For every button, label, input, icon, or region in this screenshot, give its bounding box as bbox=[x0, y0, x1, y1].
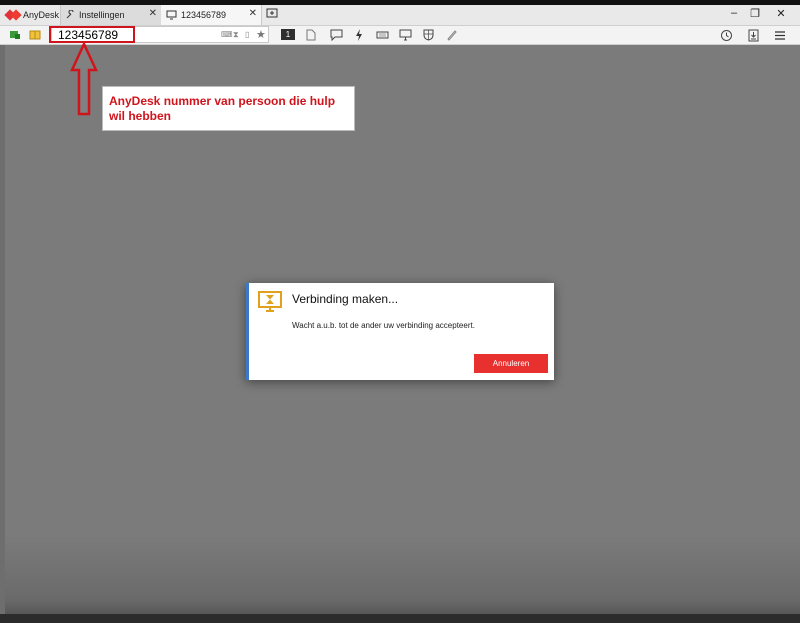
annotation-callout: AnyDesk nummer van persoon die hulp wil … bbox=[102, 86, 355, 131]
star-icon[interactable]: ★ bbox=[256, 28, 266, 41]
close-icon[interactable]: ✕ bbox=[249, 8, 257, 19]
file-transfer-icon[interactable] bbox=[303, 27, 319, 43]
connection-icon[interactable] bbox=[7, 27, 23, 43]
cancel-button[interactable]: Annuleren bbox=[474, 354, 548, 373]
annotation-text: AnyDesk nummer van persoon die hulp wil … bbox=[109, 94, 336, 123]
minimize-icon[interactable]: – bbox=[724, 7, 744, 19]
pen-icon[interactable] bbox=[443, 27, 459, 43]
tab-settings[interactable]: Instellingen ✕ bbox=[60, 5, 162, 25]
download-icon[interactable] bbox=[745, 27, 761, 43]
lightning-icon[interactable] bbox=[351, 27, 367, 43]
new-tab-icon[interactable] bbox=[266, 8, 278, 21]
hourglass-icon[interactable]: ⧗ bbox=[233, 30, 239, 40]
anydesk-logo-icon bbox=[4, 8, 22, 22]
connecting-dialog: Verbinding maken... Wacht a.u.b. tot de … bbox=[246, 283, 554, 380]
address-highlight-box bbox=[49, 26, 135, 43]
history-icon[interactable] bbox=[718, 27, 734, 43]
window-close-icon[interactable]: ✕ bbox=[771, 7, 791, 20]
dialog-title: Verbinding maken... bbox=[292, 292, 399, 306]
hourglass-monitor-icon bbox=[258, 291, 282, 312]
tab-settings-label: Instellingen bbox=[79, 10, 125, 20]
chat-icon[interactable] bbox=[328, 27, 344, 43]
menu-icon[interactable] bbox=[772, 27, 788, 43]
keyboard-icon[interactable] bbox=[374, 27, 390, 43]
dialog-message: Wacht a.u.b. tot de ander uw verbinding … bbox=[292, 321, 475, 330]
annotation-arrow-icon bbox=[70, 42, 98, 116]
remote-taskbar bbox=[0, 614, 800, 623]
tab-bar: AnyDesk Instellingen ✕ 123456789 ✕ – ❐ ✕ bbox=[0, 5, 800, 26]
canvas-left-edge bbox=[0, 45, 5, 623]
keyboard-icon[interactable]: ⌨ bbox=[221, 30, 233, 39]
tab-brand[interactable]: AnyDesk bbox=[2, 5, 60, 25]
monitor-icon bbox=[166, 10, 177, 20]
shield-icon[interactable] bbox=[420, 27, 436, 43]
tab-session[interactable]: 123456789 ✕ bbox=[161, 5, 262, 25]
wrench-icon bbox=[66, 10, 74, 19]
restore-icon[interactable]: ❐ bbox=[745, 7, 765, 20]
tab-session-label: 123456789 bbox=[181, 10, 227, 20]
brand-label: AnyDesk bbox=[23, 10, 60, 20]
display-icon[interactable] bbox=[397, 27, 413, 43]
address-book-icon[interactable] bbox=[27, 27, 43, 43]
file-icon[interactable]: ▯ bbox=[245, 30, 249, 39]
close-icon[interactable]: ✕ bbox=[149, 8, 157, 19]
monitor-number-badge[interactable]: 1 bbox=[281, 29, 295, 40]
